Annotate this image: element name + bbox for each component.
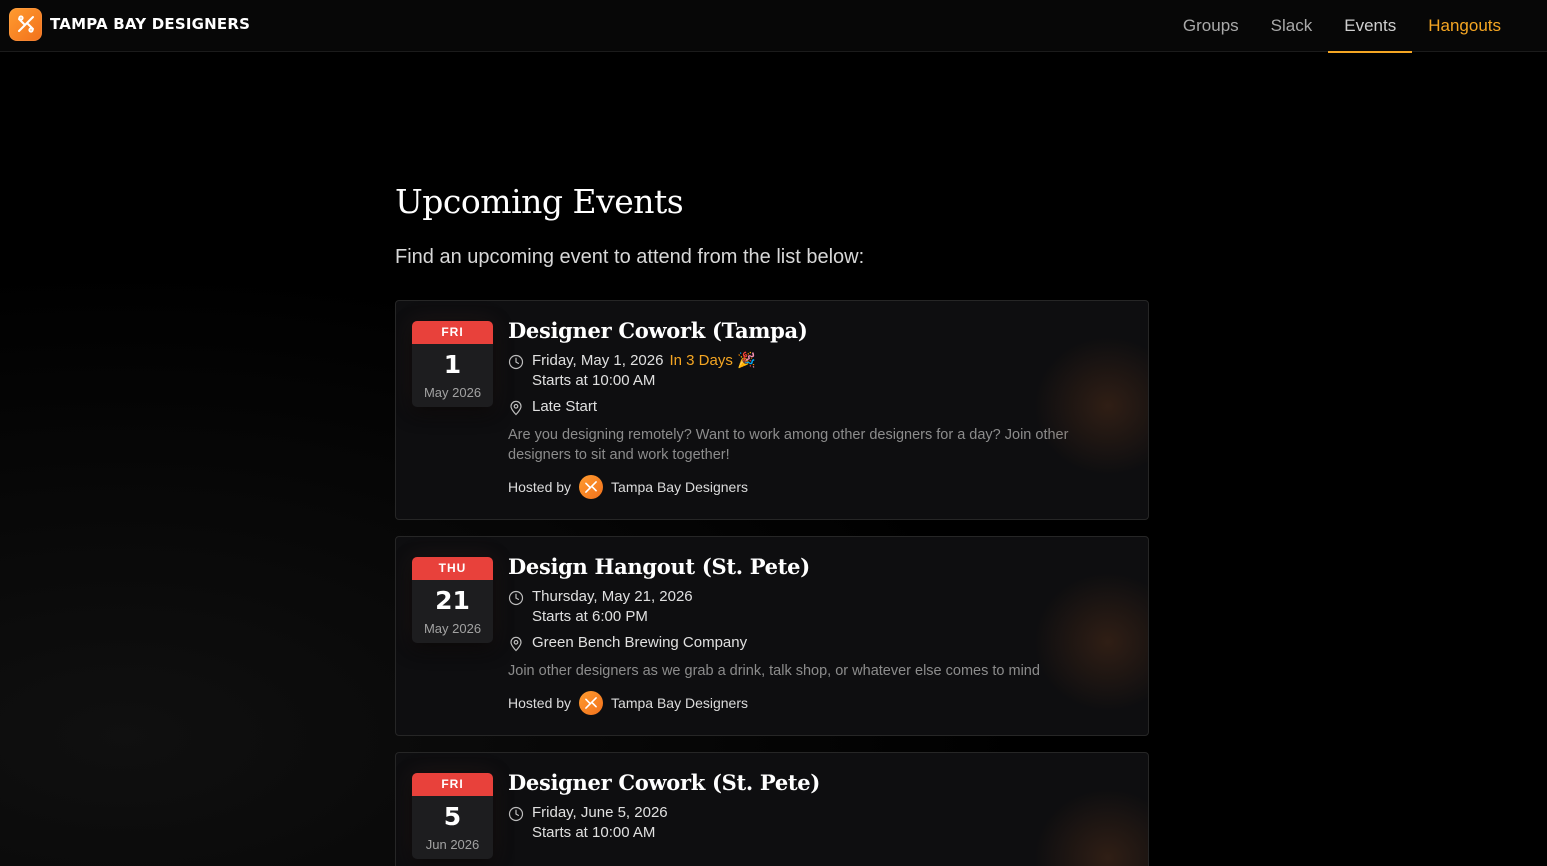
top-navbar: TAMPA BAY DESIGNERS Groups Slack Events … bbox=[0, 0, 1547, 53]
events-page: Upcoming Events Find an upcoming event t… bbox=[395, 180, 1149, 866]
tbd-logo-icon bbox=[9, 7, 42, 41]
event-datetime: Friday, June 5, 2026 Starts at 10:00 AM bbox=[508, 803, 1128, 843]
event-datetime: Thursday, May 21, 2026 Starts at 6:00 PM bbox=[508, 587, 1128, 627]
page-subtitle: Find an upcoming event to attend from th… bbox=[395, 246, 865, 268]
event-description: Are you designing remotely? Want to work… bbox=[508, 427, 1069, 463]
map-pin-icon bbox=[510, 636, 522, 652]
calendar-day: 21 bbox=[435, 586, 470, 615]
calendar-month: May 2026 bbox=[423, 621, 482, 636]
host-logo-icon bbox=[579, 475, 604, 499]
calendar-weekday: FRI bbox=[412, 773, 493, 796]
hosted-by-label: Hosted by bbox=[508, 695, 572, 711]
event-location: Green Bench Brewing Company bbox=[532, 634, 748, 651]
nav-hangouts[interactable]: Hangouts bbox=[1412, 0, 1517, 52]
brand-name: TAMPA BAY DESIGNERS bbox=[50, 15, 251, 33]
events-list: FRI 1 May 2026 Designer Cowork (Tampa) F… bbox=[395, 300, 1149, 866]
event-card[interactable]: THU 21 May 2026 Design Hangout (St. Pete… bbox=[395, 536, 1149, 736]
event-datetime: Friday, May 1, 2026 In 3 Days 🎉 Starts at… bbox=[508, 351, 1128, 391]
nav-groups[interactable]: Groups bbox=[1167, 0, 1255, 52]
event-title[interactable]: Design Hangout (St. Pete) bbox=[508, 553, 1128, 581]
calendar-weekday: FRI bbox=[412, 321, 493, 344]
calendar-badge: THU 21 May 2026 bbox=[412, 557, 493, 643]
clock-icon bbox=[508, 806, 524, 822]
calendar-day: 5 bbox=[443, 802, 462, 831]
event-start-time: Starts at 10:00 AM bbox=[532, 824, 656, 841]
calendar-month: Jun 2026 bbox=[425, 837, 480, 852]
event-location-row: Green Bench Brewing Company bbox=[508, 633, 1128, 653]
event-host: Hosted by Tampa Bay Designers bbox=[508, 691, 1128, 715]
event-card[interactable]: FRI 1 May 2026 Designer Cowork (Tampa) F… bbox=[395, 300, 1149, 520]
event-location-row: Late Start bbox=[508, 397, 1128, 417]
event-start-time: Starts at 10:00 AM bbox=[532, 372, 656, 389]
calendar-day: 1 bbox=[443, 350, 462, 379]
event-title[interactable]: Designer Cowork (Tampa) bbox=[508, 317, 1128, 345]
event-date: Thursday, May 21, 2026 bbox=[532, 588, 693, 605]
event-start-time: Starts at 6:00 PM bbox=[532, 608, 648, 625]
host-name[interactable]: Tampa Bay Designers bbox=[611, 695, 748, 711]
host-logo-icon bbox=[579, 691, 604, 715]
clock-icon bbox=[508, 590, 524, 606]
nav-slack[interactable]: Slack bbox=[1255, 0, 1329, 52]
calendar-badge: FRI 5 Jun 2026 bbox=[412, 773, 493, 859]
calendar-month: May 2026 bbox=[423, 385, 482, 400]
calendar-weekday: THU bbox=[412, 557, 493, 580]
calendar-badge: FRI 1 May 2026 bbox=[412, 321, 493, 407]
event-location: Late Start bbox=[532, 398, 598, 415]
brand-home-link[interactable]: TAMPA BAY DESIGNERS bbox=[9, 7, 250, 41]
hosted-by-label: Hosted by bbox=[508, 479, 572, 495]
page-title: Upcoming Events bbox=[395, 182, 684, 221]
event-title[interactable]: Designer Cowork (St. Pete) bbox=[508, 769, 1128, 797]
main-nav: Groups Slack Events Hangouts bbox=[1167, 0, 1517, 53]
event-card[interactable]: FRI 5 Jun 2026 Designer Cowork (St. Pete… bbox=[395, 752, 1149, 866]
event-description: Join other designers as we grab a drink,… bbox=[508, 663, 1040, 679]
nav-events[interactable]: Events bbox=[1328, 0, 1413, 53]
map-pin-icon bbox=[510, 400, 522, 416]
event-relative-time: In 3 Days 🎉 bbox=[669, 352, 756, 369]
event-date: Friday, June 5, 2026 bbox=[532, 804, 668, 821]
event-date: Friday, May 1, 2026 bbox=[532, 352, 664, 369]
host-name[interactable]: Tampa Bay Designers bbox=[611, 479, 748, 495]
event-host: Hosted by Tampa Bay Designers bbox=[508, 475, 1128, 499]
clock-icon bbox=[508, 354, 524, 370]
